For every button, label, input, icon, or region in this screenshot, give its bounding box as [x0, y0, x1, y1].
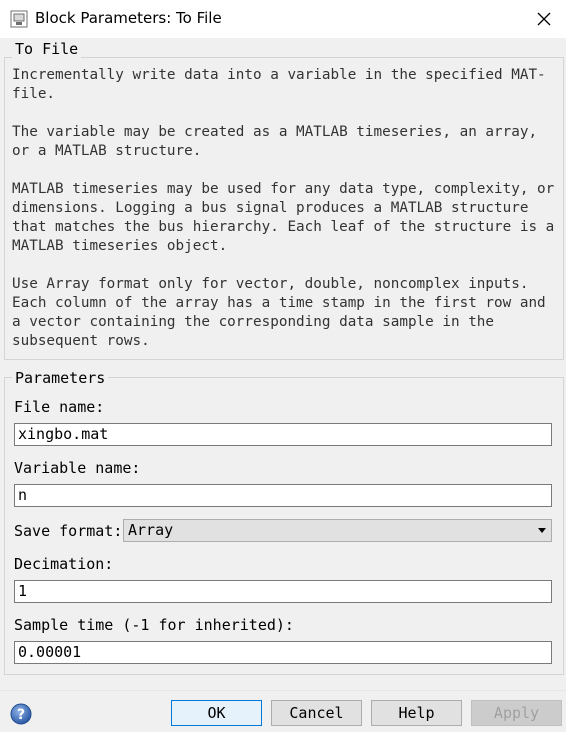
parameters-group-legend: Parameters: [12, 369, 109, 387]
variable-name-input[interactable]: n: [14, 484, 552, 507]
block-group-legend: To File: [12, 40, 82, 58]
decimation-label: Decimation:: [14, 555, 114, 573]
dropdown-arrow-icon: [538, 528, 546, 533]
help-button[interactable]: Help: [371, 700, 462, 726]
window-title: Block Parameters: To File: [35, 9, 222, 27]
save-format-dropdown[interactable]: Array: [123, 519, 552, 542]
apply-button[interactable]: Apply: [471, 700, 562, 726]
svg-text:?: ?: [17, 707, 25, 723]
close-button[interactable]: [528, 6, 560, 32]
file-name-label: File name:: [14, 398, 105, 416]
save-format-value: Array: [128, 521, 174, 539]
help-question-icon[interactable]: ?: [10, 703, 32, 725]
ok-button[interactable]: OK: [171, 700, 262, 726]
sample-time-label: Sample time (-1 for inherited):: [14, 616, 294, 634]
close-icon: [537, 12, 551, 26]
cancel-button[interactable]: Cancel: [271, 700, 362, 726]
block-description: Incrementally write data into a variable…: [12, 67, 555, 349]
decimation-input[interactable]: 1: [14, 580, 552, 603]
save-format-label: Save format:: [14, 522, 123, 540]
simulink-block-icon: [10, 10, 28, 28]
file-name-input[interactable]: xingbo.mat: [14, 423, 552, 446]
sample-time-input[interactable]: 0.00001: [14, 641, 552, 664]
variable-name-label: Variable name:: [14, 459, 141, 477]
button-bar-separator: [0, 690, 566, 691]
title-bar: Block Parameters: To File: [0, 0, 566, 38]
